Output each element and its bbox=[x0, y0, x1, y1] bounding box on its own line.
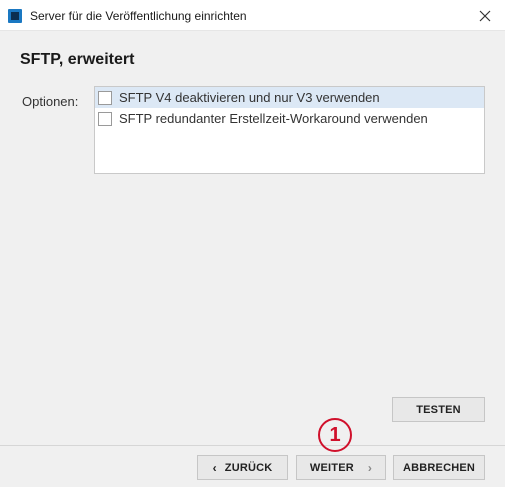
page-title: SFTP, erweitert bbox=[20, 51, 135, 68]
options-list[interactable]: SFTP V4 deaktivieren und nur V3 verwende… bbox=[94, 86, 485, 174]
back-button-label: ZURÜCK bbox=[224, 461, 273, 474]
option-checkbox[interactable] bbox=[98, 90, 112, 105]
option-checkbox[interactable] bbox=[98, 111, 112, 126]
close-icon bbox=[479, 10, 491, 21]
test-button[interactable]: TESTEN bbox=[392, 397, 485, 422]
option-sftp-workaround[interactable]: SFTP redundanter Erstellzeit-Workaround … bbox=[95, 108, 484, 129]
option-label: SFTP redundanter Erstellzeit-Workaround … bbox=[119, 111, 428, 126]
next-button[interactable]: WEITER › bbox=[296, 455, 386, 480]
app-icon bbox=[8, 9, 22, 23]
option-sftp-v4-disable[interactable]: SFTP V4 deaktivieren und nur V3 verwende… bbox=[95, 87, 484, 108]
back-button[interactable]: ‹ ZURÜCK bbox=[197, 455, 288, 480]
chevron-left-icon: ‹ bbox=[212, 460, 217, 475]
option-label: SFTP V4 deaktivieren und nur V3 verwende… bbox=[119, 90, 380, 105]
step-marker: 1 bbox=[318, 418, 352, 452]
next-button-label: WEITER bbox=[309, 461, 354, 474]
title-bar: Server für die Veröffentlichung einricht… bbox=[0, 0, 505, 31]
cancel-button[interactable]: ABBRECHEN bbox=[393, 455, 485, 480]
dialog-content: SFTP, erweitert Optionen: SFTP V4 deakti… bbox=[0, 31, 505, 445]
close-button[interactable] bbox=[465, 0, 505, 31]
dialog-footer: ‹ ZURÜCK WEITER › ABBRECHEN bbox=[0, 445, 505, 487]
window-title: Server für die Veröffentlichung einricht… bbox=[30, 9, 247, 23]
options-label: Optionen: bbox=[22, 94, 79, 109]
chevron-right-icon: › bbox=[367, 460, 373, 475]
